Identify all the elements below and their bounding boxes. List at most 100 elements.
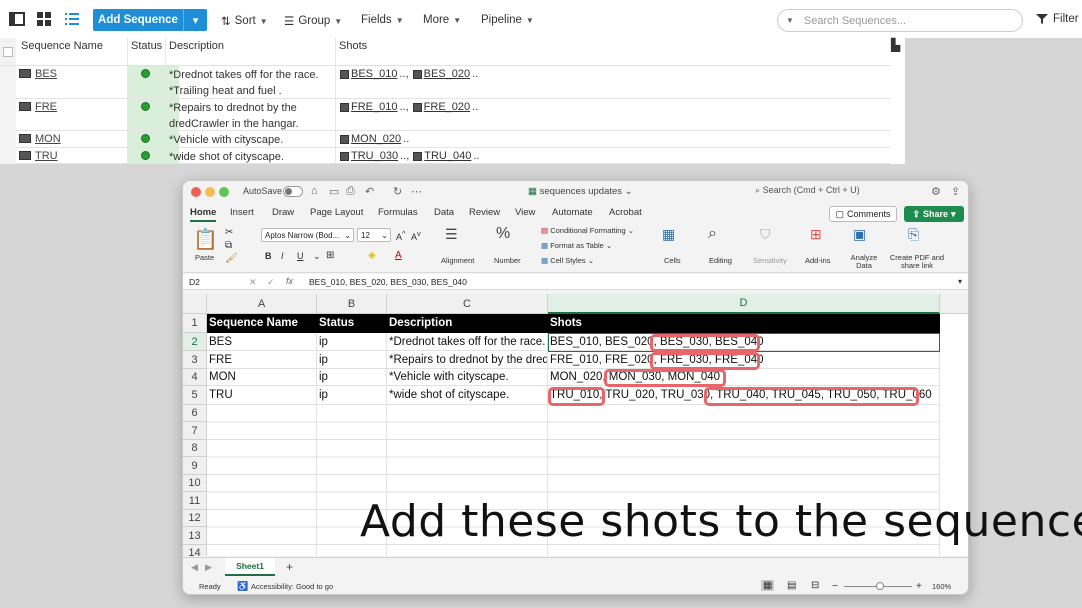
- add-ins-icon[interactable]: ⊞: [810, 226, 822, 243]
- table-row[interactable]: TRU *wide shot of cityscape. TRU_030 ..,…: [16, 148, 891, 164]
- fill-color-icon[interactable]: ◈: [368, 250, 376, 261]
- tab-automate[interactable]: Automate: [552, 207, 593, 218]
- home-icon[interactable]: ⌂: [311, 185, 318, 197]
- cell-d1[interactable]: Shots: [548, 314, 940, 333]
- add-ins-label[interactable]: Add-ins: [805, 256, 830, 265]
- next-sheet-icon[interactable]: ▶: [205, 562, 212, 573]
- borders-icon[interactable]: ⊞: [326, 250, 334, 261]
- col-header-c[interactable]: C: [387, 294, 548, 314]
- fields-button[interactable]: Fields ▼: [361, 14, 404, 26]
- sort-button[interactable]: ⇅ Sort ▼: [221, 14, 268, 28]
- cells-icon[interactable]: ▦: [662, 226, 675, 243]
- shot-link[interactable]: FRE_020: [424, 101, 470, 113]
- cell-c1[interactable]: Description: [387, 314, 548, 333]
- cell-a5[interactable]: TRU: [207, 386, 317, 405]
- col-sequence-name[interactable]: Sequence Name: [21, 40, 103, 52]
- zoom-level[interactable]: 160%: [932, 582, 951, 591]
- cells-label[interactable]: Cells: [664, 256, 681, 265]
- redo-icon[interactable]: ↻: [393, 185, 402, 198]
- row-header[interactable]: 1: [183, 314, 207, 333]
- format-painter-icon[interactable]: 🖌: [225, 253, 238, 264]
- zoom-out-icon[interactable]: −: [832, 581, 838, 592]
- sequence-link[interactable]: MON: [35, 133, 61, 145]
- sensitivity-label[interactable]: Sensitivity: [753, 256, 787, 265]
- select-all-checkbox[interactable]: [3, 47, 13, 57]
- row-header[interactable]: 11: [183, 492, 207, 510]
- share-window-icon[interactable]: ⇪: [951, 185, 960, 198]
- cell-a4[interactable]: MON: [207, 369, 317, 386]
- row-header[interactable]: 8: [183, 440, 207, 457]
- cut-icon[interactable]: ✂: [225, 227, 233, 238]
- cell-b1[interactable]: Status: [317, 314, 387, 333]
- zoom-slider-thumb[interactable]: [876, 582, 884, 590]
- sheet-tab[interactable]: Sheet1: [225, 558, 275, 576]
- comments-button[interactable]: ▢ Comments: [829, 206, 897, 222]
- row-header[interactable]: 9: [183, 457, 207, 475]
- row-header[interactable]: 3: [183, 351, 207, 369]
- table-row[interactable]: FRE *Repairs to drednot by the dredCrawl…: [16, 99, 891, 131]
- editing-label[interactable]: Editing: [709, 256, 732, 265]
- row-header[interactable]: 14: [183, 545, 207, 556]
- row-header[interactable]: 2: [183, 333, 207, 351]
- group-button[interactable]: ☰ Group ▼: [284, 14, 342, 28]
- formula-input[interactable]: BES_010, BES_020, BES_030, BES_040: [309, 277, 467, 287]
- minimize-window-button[interactable]: [205, 187, 215, 197]
- alignment-icon[interactable]: ☰: [445, 226, 458, 243]
- cell-c4[interactable]: *Vehicle with cityscape.: [387, 369, 548, 386]
- accessibility-icon[interactable]: ♿: [237, 581, 248, 592]
- row-header[interactable]: 4: [183, 369, 207, 386]
- chevron-down-icon[interactable]: ▾: [958, 277, 962, 286]
- chevron-down-icon[interactable]: ▾: [183, 9, 207, 31]
- pipeline-button[interactable]: Pipeline ▼: [481, 14, 534, 26]
- cancel-icon[interactable]: ✕: [249, 277, 257, 288]
- shot-link[interactable]: BES_010: [351, 68, 397, 80]
- copy-icon[interactable]: ⧉: [225, 240, 232, 251]
- paste-label[interactable]: Paste: [195, 253, 214, 262]
- create-pdf-label[interactable]: Create PDF and share link: [889, 254, 945, 270]
- format-as-table-button[interactable]: ▦ Format as Table ⌄: [541, 241, 612, 250]
- tab-home[interactable]: Home: [190, 207, 217, 222]
- name-box[interactable]: D2: [189, 277, 200, 287]
- cell-a2[interactable]: BES: [207, 333, 317, 351]
- analyze-data-label[interactable]: Analyze Data: [848, 254, 880, 270]
- cell-c3[interactable]: *Repairs to drednot by the dredCrawler i…: [387, 351, 548, 369]
- title-search-input[interactable]: ⌕ Search (Cmd + Ctrl + U): [755, 185, 860, 196]
- col-header-b[interactable]: B: [317, 294, 387, 314]
- row-header[interactable]: 12: [183, 510, 207, 527]
- sensitivity-icon[interactable]: ⛉: [760, 226, 771, 243]
- add-sequence-label[interactable]: Add Sequence: [93, 9, 183, 31]
- cell-c2[interactable]: *Drednot takes off for the race.: [387, 333, 548, 351]
- tab-page-layout[interactable]: Page Layout: [310, 207, 363, 218]
- add-column-icon[interactable]: ▙: [891, 38, 900, 52]
- file-name[interactable]: ▦ sequences updates ⌄: [528, 186, 633, 197]
- percent-icon[interactable]: %: [496, 225, 510, 243]
- add-sheet-icon[interactable]: +: [286, 560, 293, 574]
- number-label[interactable]: Number: [494, 256, 521, 265]
- tab-data[interactable]: Data: [434, 207, 454, 218]
- sequence-link[interactable]: FRE: [35, 101, 57, 113]
- tab-formulas[interactable]: Formulas: [378, 207, 418, 218]
- tab-insert[interactable]: Insert: [230, 207, 254, 218]
- more-icon[interactable]: ⋯: [411, 185, 422, 198]
- tab-review[interactable]: Review: [469, 207, 500, 218]
- zoom-in-icon[interactable]: +: [916, 581, 922, 592]
- row-header[interactable]: 10: [183, 475, 207, 492]
- accessibility-status[interactable]: Accessibility: Good to go: [251, 582, 333, 591]
- cell-b2[interactable]: ip: [317, 333, 387, 351]
- prev-sheet-icon[interactable]: ◀: [191, 562, 198, 573]
- col-shots[interactable]: Shots: [339, 40, 367, 52]
- col-description[interactable]: Description: [169, 40, 224, 52]
- print-icon[interactable]: ⎙: [346, 185, 355, 198]
- normal-view-icon[interactable]: ▦: [761, 580, 775, 591]
- col-header-a[interactable]: A: [207, 294, 317, 314]
- tab-view[interactable]: View: [515, 207, 535, 218]
- list-view-icon[interactable]: [9, 11, 25, 27]
- table-row[interactable]: MON *Vehicle with cityscape. MON_020 ..: [16, 131, 891, 148]
- undo-icon[interactable]: ↶: [365, 185, 374, 198]
- tab-draw[interactable]: Draw: [272, 207, 294, 218]
- shot-link[interactable]: FRE_010: [351, 101, 397, 113]
- font-grow-icon[interactable]: A^: [396, 229, 406, 242]
- shot-link[interactable]: MON_020: [351, 133, 401, 145]
- cell-b3[interactable]: ip: [317, 351, 387, 369]
- row-header[interactable]: 5: [183, 386, 207, 405]
